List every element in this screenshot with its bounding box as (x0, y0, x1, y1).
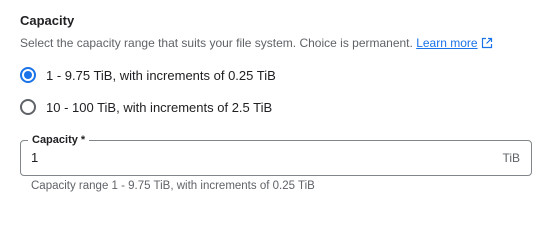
learn-more-link[interactable]: Learn more (416, 36, 492, 50)
capacity-input[interactable] (31, 150, 471, 165)
section-title: Capacity (20, 13, 75, 28)
radio-option-small-range[interactable]: 1 - 9.75 TiB, with increments of 0.25 Ti… (20, 65, 276, 85)
description-text: Select the capacity range that suits you… (20, 36, 413, 50)
radio-label: 1 - 9.75 TiB, with increments of 0.25 Ti… (46, 67, 276, 83)
radio-button-unselected[interactable] (20, 99, 36, 115)
capacity-field[interactable]: Capacity * TiB (20, 132, 532, 176)
learn-more-label: Learn more (416, 36, 478, 50)
radio-label: 10 - 100 TiB, with increments of 2.5 TiB (46, 99, 273, 115)
section-description: Select the capacity range that suits you… (20, 35, 540, 53)
radio-option-large-range[interactable]: 10 - 100 TiB, with increments of 2.5 TiB (20, 97, 276, 117)
capacity-field-label: Capacity * (28, 132, 90, 148)
capacity-range-radio-group: 1 - 9.75 TiB, with increments of 0.25 Ti… (20, 65, 276, 129)
radio-button-selected[interactable] (20, 67, 36, 83)
external-link-icon (481, 37, 493, 53)
capacity-unit-suffix: TiB (502, 151, 520, 165)
capacity-section: Capacity Select the capacity range that … (20, 13, 540, 53)
capacity-helper-text: Capacity range 1 - 9.75 TiB, with increm… (31, 180, 315, 192)
